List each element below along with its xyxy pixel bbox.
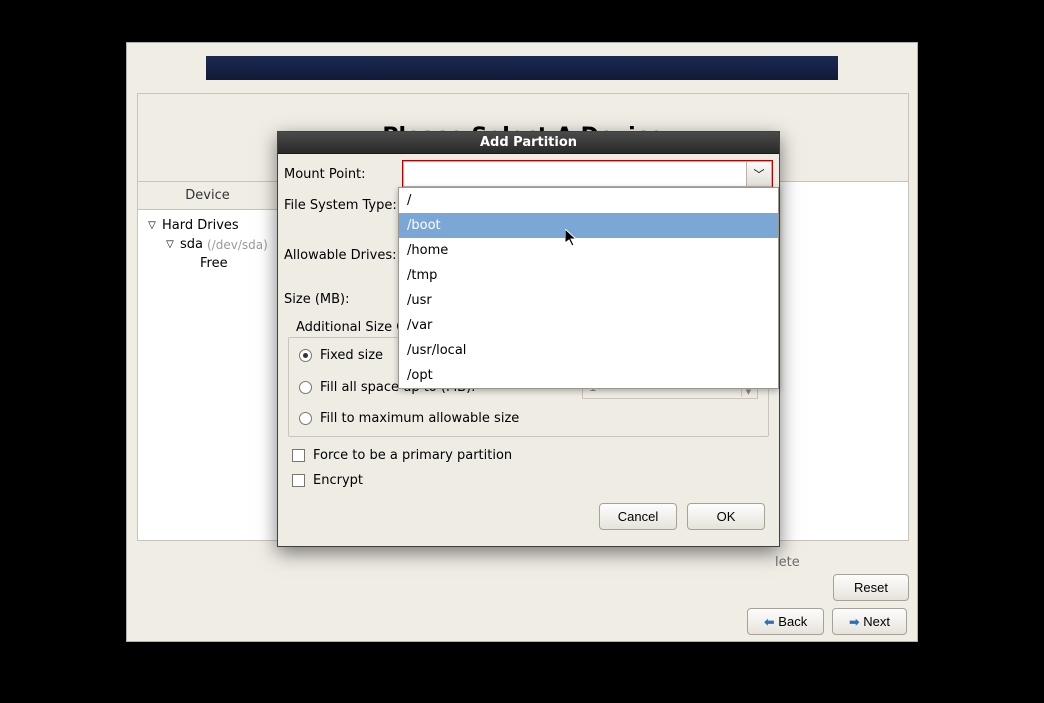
- mount-point-option[interactable]: /tmp: [399, 263, 778, 288]
- radio-fill-max[interactable]: [299, 412, 312, 425]
- cancel-button[interactable]: Cancel: [599, 503, 677, 530]
- mount-point-row: Mount Point: ﹀: [284, 160, 773, 188]
- dialog-footer: Cancel OK: [284, 493, 773, 540]
- delete-button-partial[interactable]: lete: [775, 555, 800, 570]
- mount-point-option[interactable]: /opt: [399, 363, 778, 388]
- mount-point-option[interactable]: /usr/local: [399, 338, 778, 363]
- arrow-right-icon: ➡: [849, 615, 859, 629]
- tree-label-free: Free: [200, 256, 228, 271]
- encrypt-checkbox[interactable]: [292, 474, 305, 487]
- chevron-down-icon: ﹀: [754, 166, 765, 182]
- radio-fixed-size-label: Fixed size: [320, 348, 383, 363]
- mount-point-label: Mount Point:: [284, 167, 402, 182]
- tree-label-sda: sda: [180, 237, 203, 252]
- dialog-title: Add Partition: [278, 132, 779, 154]
- reset-button-label: Reset: [854, 580, 888, 595]
- encrypt-label: Encrypt: [313, 473, 363, 488]
- mount-point-input[interactable]: [403, 161, 746, 187]
- ok-button[interactable]: OK: [687, 503, 765, 530]
- mount-point-dropdown-button[interactable]: ﹀: [746, 161, 772, 187]
- bottom-buttons-row: Reset: [137, 574, 909, 601]
- mount-point-dropdown-list[interactable]: //boot/home/tmp/usr/var/usr/local/opt: [398, 187, 779, 389]
- radio-fixed-size[interactable]: [299, 349, 312, 362]
- twist-icon[interactable]: ▽: [164, 239, 176, 250]
- twist-icon[interactable]: ▽: [146, 220, 158, 231]
- cancel-button-label: Cancel: [618, 509, 658, 524]
- force-primary-row[interactable]: Force to be a primary partition: [284, 443, 773, 468]
- reset-button[interactable]: Reset: [833, 574, 909, 601]
- fs-type-label: File System Type:: [284, 198, 402, 213]
- ok-button-label: OK: [717, 509, 736, 524]
- mount-point-option[interactable]: /boot: [399, 213, 778, 238]
- mount-point-option[interactable]: /home: [399, 238, 778, 263]
- arrow-left-icon: ⬅: [764, 615, 774, 629]
- mount-point-combobox[interactable]: ﹀: [402, 160, 773, 188]
- allowable-drives-label: Allowable Drives:: [284, 230, 402, 263]
- size-label: Size (MB):: [284, 292, 402, 307]
- encrypt-row[interactable]: Encrypt: [284, 468, 773, 493]
- next-button[interactable]: ➡ Next: [832, 608, 907, 635]
- nav-buttons: ⬅ Back ➡ Next: [747, 608, 907, 635]
- mount-point-option[interactable]: /usr: [399, 288, 778, 313]
- back-button[interactable]: ⬅ Back: [747, 608, 824, 635]
- tree-label-sda-path: (/dev/sda): [207, 238, 268, 252]
- device-column-header[interactable]: Device: [138, 182, 278, 210]
- mount-point-option[interactable]: /: [399, 188, 778, 213]
- mount-point-option[interactable]: /var: [399, 313, 778, 338]
- radio-fill-max-label: Fill to maximum allowable size: [320, 411, 519, 426]
- installer-header-bar: [206, 56, 838, 80]
- tree-label-hard-drives: Hard Drives: [162, 218, 239, 233]
- radio-fill-max-row[interactable]: Fill to maximum allowable size: [289, 405, 768, 432]
- back-button-label: Back: [778, 614, 807, 629]
- force-primary-checkbox[interactable]: [292, 449, 305, 462]
- radio-fill-upto[interactable]: [299, 381, 312, 394]
- force-primary-label: Force to be a primary partition: [313, 448, 512, 463]
- next-button-label: Next: [863, 614, 890, 629]
